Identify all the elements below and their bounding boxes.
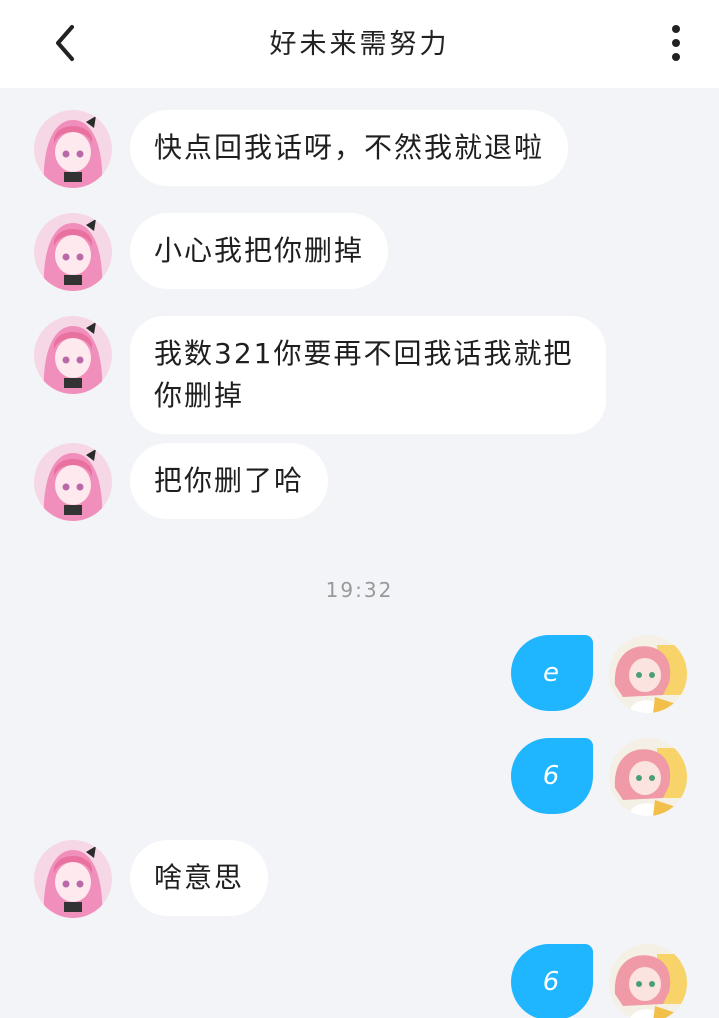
chat-header: 好未来需努力 xyxy=(0,0,719,88)
contact-avatar-icon xyxy=(34,316,112,394)
message-bubble[interactable]: 小心我把你删掉 xyxy=(130,213,389,289)
avatar[interactable] xyxy=(609,738,687,816)
user-avatar-icon xyxy=(609,944,687,1018)
contact-avatar-icon xyxy=(34,840,112,918)
message-bubble-outgoing[interactable]: 6 xyxy=(511,738,593,814)
avatar[interactable] xyxy=(34,316,112,394)
contact-avatar-icon xyxy=(34,110,112,188)
avatar[interactable] xyxy=(609,635,687,713)
chat-area[interactable]: 快点回我话呀，不然我就退啦 小心我把你删掉 我数321你要再不回我话我就把你删掉 xyxy=(0,88,719,1018)
avatar[interactable] xyxy=(34,110,112,188)
message-bubble-outgoing[interactable]: e xyxy=(511,635,593,711)
user-avatar-icon xyxy=(609,635,687,713)
avatar[interactable] xyxy=(34,213,112,291)
avatar[interactable] xyxy=(34,840,112,918)
message-bubble[interactable]: 啥意思 xyxy=(130,840,269,916)
avatar[interactable] xyxy=(609,944,687,1018)
message-bubble[interactable]: 快点回我话呀，不然我就退啦 xyxy=(130,110,569,186)
contact-avatar-icon xyxy=(34,443,112,521)
more-button[interactable] xyxy=(656,18,696,68)
contact-avatar-icon xyxy=(34,213,112,291)
message-bubble[interactable]: 我数321你要再不回我话我就把你删掉 xyxy=(130,316,606,434)
avatar[interactable] xyxy=(34,443,112,521)
user-avatar-icon xyxy=(609,738,687,816)
page-title: 好未来需努力 xyxy=(269,29,450,60)
message-bubble-outgoing[interactable]: 6 xyxy=(511,944,593,1018)
message-bubble[interactable]: 把你删了哈 xyxy=(130,443,329,519)
message-timestamp: 19:32 xyxy=(325,578,394,602)
more-vertical-icon xyxy=(672,25,680,61)
